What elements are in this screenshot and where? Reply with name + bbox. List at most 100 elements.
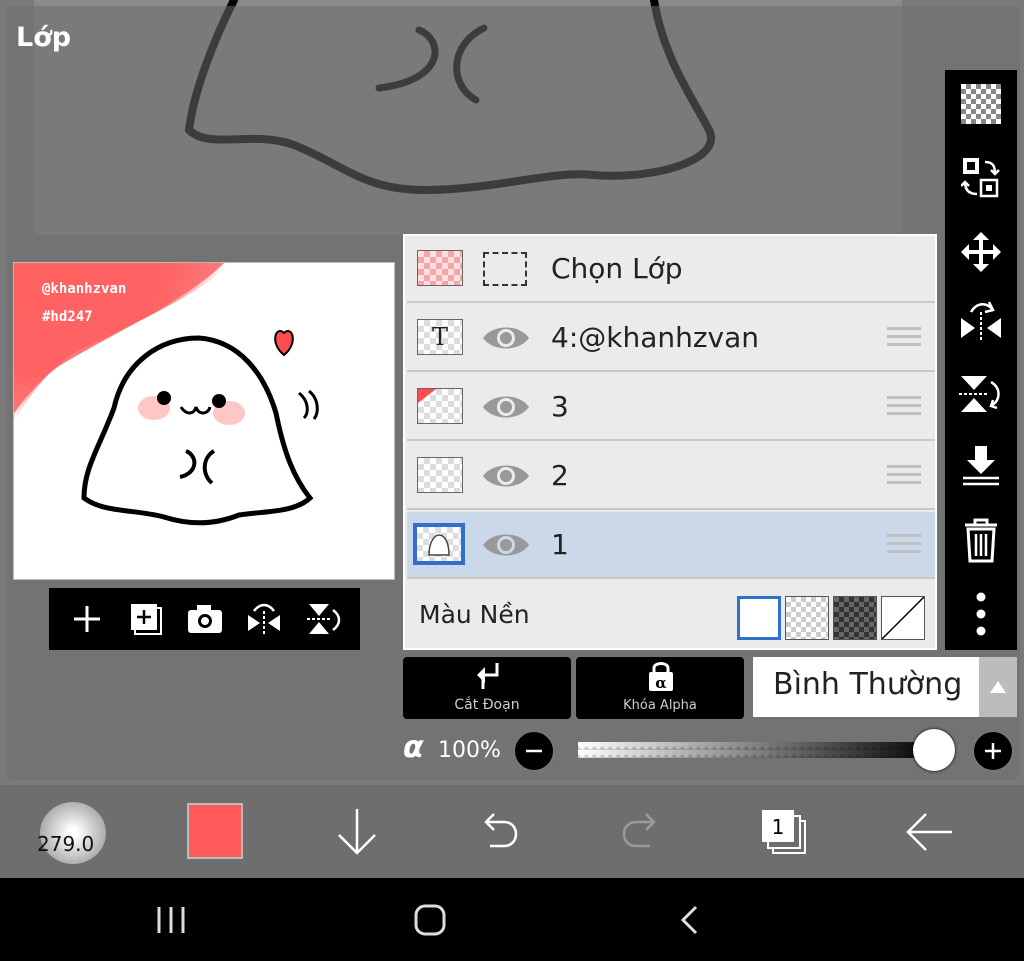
bg-white-swatch[interactable] <box>737 596 781 640</box>
blend-mode-value: Bình Thường <box>773 667 963 702</box>
layers-stack-icon: 1 <box>762 810 806 854</box>
select-layer-label: Chọn Lớp <box>551 252 683 285</box>
merge-down-button[interactable] <box>957 442 1005 490</box>
add-layer-copy-button[interactable] <box>124 597 168 641</box>
checkerboard-icon <box>961 84 1001 124</box>
layer-list: Chọn Lớp T 4:@khanhzvan 3 2 1 Màu Nền <box>403 234 937 650</box>
move-down-button[interactable] <box>325 800 389 864</box>
transparency-button[interactable] <box>957 80 1005 128</box>
clip-arrow-icon <box>477 663 499 689</box>
visibility-eye-icon[interactable] <box>481 527 531 563</box>
layer-thumbnail <box>417 457 463 493</box>
camera-icon <box>187 605 222 633</box>
merge-down-icon <box>963 446 999 486</box>
opacity-value: 100% <box>438 738 501 763</box>
more-options-button[interactable] <box>957 590 1005 638</box>
camera-button[interactable] <box>183 597 227 641</box>
preview-toolbar <box>49 588 360 650</box>
background-color-row: Màu Nền <box>407 586 935 648</box>
plus-icon <box>985 743 1001 759</box>
flip-layer-horizontal-button[interactable] <box>957 298 1005 346</box>
clipping-label: Cắt Đoạn <box>454 697 520 713</box>
visibility-eye-icon[interactable] <box>481 320 531 356</box>
triangle-up-icon <box>990 681 1006 693</box>
select-layer-row[interactable]: Chọn Lớp <box>407 236 935 303</box>
color-swatch-button[interactable] <box>187 803 243 859</box>
layer-name: 2 <box>551 459 569 492</box>
watermark-handle: @khanhzvan <box>42 281 126 297</box>
canvas-preview[interactable]: @khanhzvan #hd247 <box>13 262 395 580</box>
swap-icon <box>961 158 1000 198</box>
undo-button[interactable] <box>466 800 530 864</box>
layer-count: 1 <box>772 815 785 839</box>
layer-name: 3 <box>551 390 569 423</box>
arrow-left-icon <box>906 813 952 851</box>
more-vertical-icon <box>976 592 986 636</box>
flip-horizontal-icon <box>247 603 280 635</box>
flip-layer-vertical-button[interactable] <box>957 370 1005 418</box>
flip-vertical-icon <box>306 604 340 634</box>
clipping-button[interactable]: Cắt Đoạn <box>403 657 571 719</box>
panel-title: Lớp <box>16 22 72 53</box>
svg-text:α: α <box>655 674 667 692</box>
bottom-toolbar: 1 <box>0 785 1024 878</box>
opacity-slider-knob[interactable] <box>913 729 955 771</box>
layer-row-2[interactable]: 2 <box>407 443 935 510</box>
visibility-eye-icon[interactable] <box>481 458 531 494</box>
alpha-lock-label: Khóa Alpha <box>623 698 697 713</box>
flip-horizontal-icon <box>961 301 1001 342</box>
recent-apps-icon[interactable] <box>156 905 186 935</box>
background-color-label: Màu Nền <box>419 600 530 629</box>
flip-vertical-button[interactable] <box>301 597 345 641</box>
redo-button[interactable] <box>610 800 674 864</box>
delete-layer-button[interactable] <box>957 516 1005 564</box>
drag-handle-icon[interactable] <box>887 534 921 556</box>
layer-row-3[interactable]: 3 <box>407 374 935 441</box>
text-layer-glyph: T <box>431 323 448 351</box>
layer-row-1[interactable]: 1 <box>407 512 935 579</box>
watermark-hashtag: #hd247 <box>42 309 93 325</box>
bg-transparent-dark-swatch[interactable] <box>833 596 877 640</box>
add-layer-button[interactable] <box>65 597 109 641</box>
alpha-symbol: α <box>403 730 424 765</box>
trash-icon <box>965 518 997 563</box>
blend-mode-select[interactable]: Bình Thường <box>753 657 979 717</box>
move-icon <box>961 232 1001 272</box>
drag-handle-icon[interactable] <box>887 465 921 487</box>
drag-handle-icon[interactable] <box>887 396 921 418</box>
visibility-eye-icon[interactable] <box>481 389 531 425</box>
bg-none-swatch[interactable] <box>881 596 925 640</box>
layer-row-4[interactable]: T 4:@khanhzvan <box>407 305 935 372</box>
selection-marquee-icon <box>483 252 527 286</box>
layer-tools-bar <box>945 70 1017 650</box>
back-button[interactable] <box>897 800 961 864</box>
drag-handle-icon[interactable] <box>887 327 921 349</box>
flip-horizontal-button[interactable] <box>242 597 286 641</box>
opacity-slider[interactable] <box>578 742 938 758</box>
plus-icon <box>73 606 100 632</box>
blend-mode-dropdown-button[interactable] <box>979 657 1017 717</box>
alpha-lock-button[interactable]: α Khóa Alpha <box>576 657 744 719</box>
opacity-decrease-button[interactable] <box>513 730 555 772</box>
redo-icon <box>622 813 656 848</box>
back-nav-icon[interactable] <box>678 904 702 936</box>
layer-thumbnail <box>417 388 463 424</box>
home-icon[interactable] <box>413 903 447 937</box>
bg-transparent-light-swatch[interactable] <box>785 596 829 640</box>
layer-name: 4:@khanhzvan <box>551 321 760 354</box>
swap-layer-button[interactable] <box>957 154 1005 202</box>
brush-size-value: 279.0 <box>37 832 95 856</box>
flip-vertical-icon <box>959 376 1000 412</box>
layers-button[interactable]: 1 <box>752 800 816 864</box>
layer-thumbnail: T <box>417 319 463 355</box>
move-layer-button[interactable] <box>957 228 1005 276</box>
add-copy-icon <box>130 604 162 635</box>
layer-thumbnail <box>413 523 465 565</box>
arrow-down-icon <box>338 809 376 855</box>
opacity-increase-button[interactable] <box>972 730 1014 772</box>
system-navigation-bar <box>0 878 1024 961</box>
undo-icon <box>484 813 518 848</box>
minus-icon <box>526 749 542 753</box>
selection-thumbnail <box>417 250 463 286</box>
layer-name: 1 <box>551 528 569 561</box>
